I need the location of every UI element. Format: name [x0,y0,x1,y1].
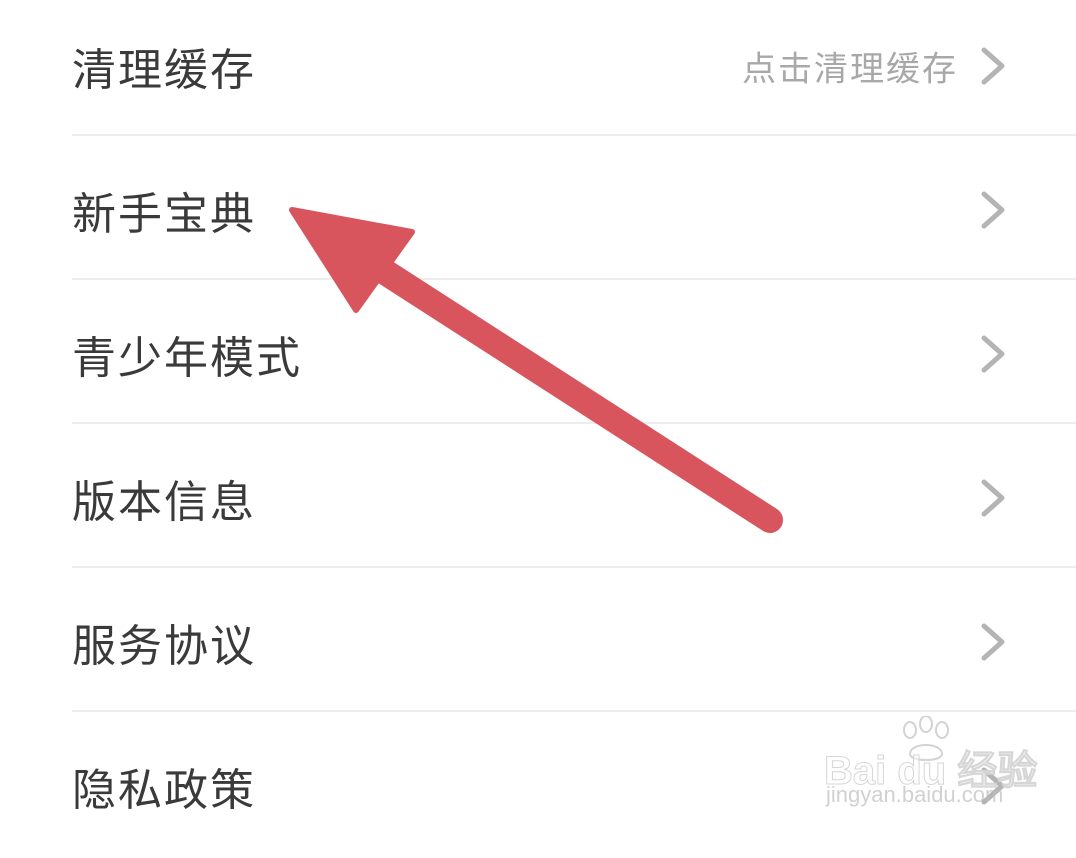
settings-item-label: 清理缓存 [72,45,256,96]
chevron-right-icon [981,479,1005,517]
chevron-right-icon [981,335,1005,373]
divider [72,566,1076,568]
divider [72,134,1076,136]
settings-item-label: 青少年模式 [72,333,302,384]
chevron-right-icon [981,767,1005,805]
settings-item-value: 点击清理缓存 [742,49,958,90]
chevron-right-icon [981,191,1005,229]
settings-item-privacy-policy[interactable]: 隐私政策 [72,714,1076,858]
settings-item-label: 隐私政策 [72,765,256,816]
divider [72,278,1076,280]
chevron-right-icon [981,47,1005,85]
settings-item-label: 版本信息 [72,477,256,528]
settings-item-teen-mode[interactable]: 青少年模式 [72,282,1076,426]
settings-item-beginner-guide[interactable]: 新手宝典 [72,138,1076,282]
divider [72,422,1076,424]
settings-item-clear-cache[interactable]: 清理缓存 点击清理缓存 [72,0,1076,138]
settings-item-label: 新手宝典 [72,189,256,240]
settings-item-label: 服务协议 [72,621,256,672]
divider [72,710,1076,712]
settings-item-version-info[interactable]: 版本信息 [72,426,1076,570]
settings-list: 清理缓存 点击清理缓存 新手宝典 青少年模式 版本信息 服务协议 隐私政策 [0,0,1076,832]
chevron-right-icon [981,623,1005,661]
settings-item-service-agreement[interactable]: 服务协议 [72,570,1076,714]
